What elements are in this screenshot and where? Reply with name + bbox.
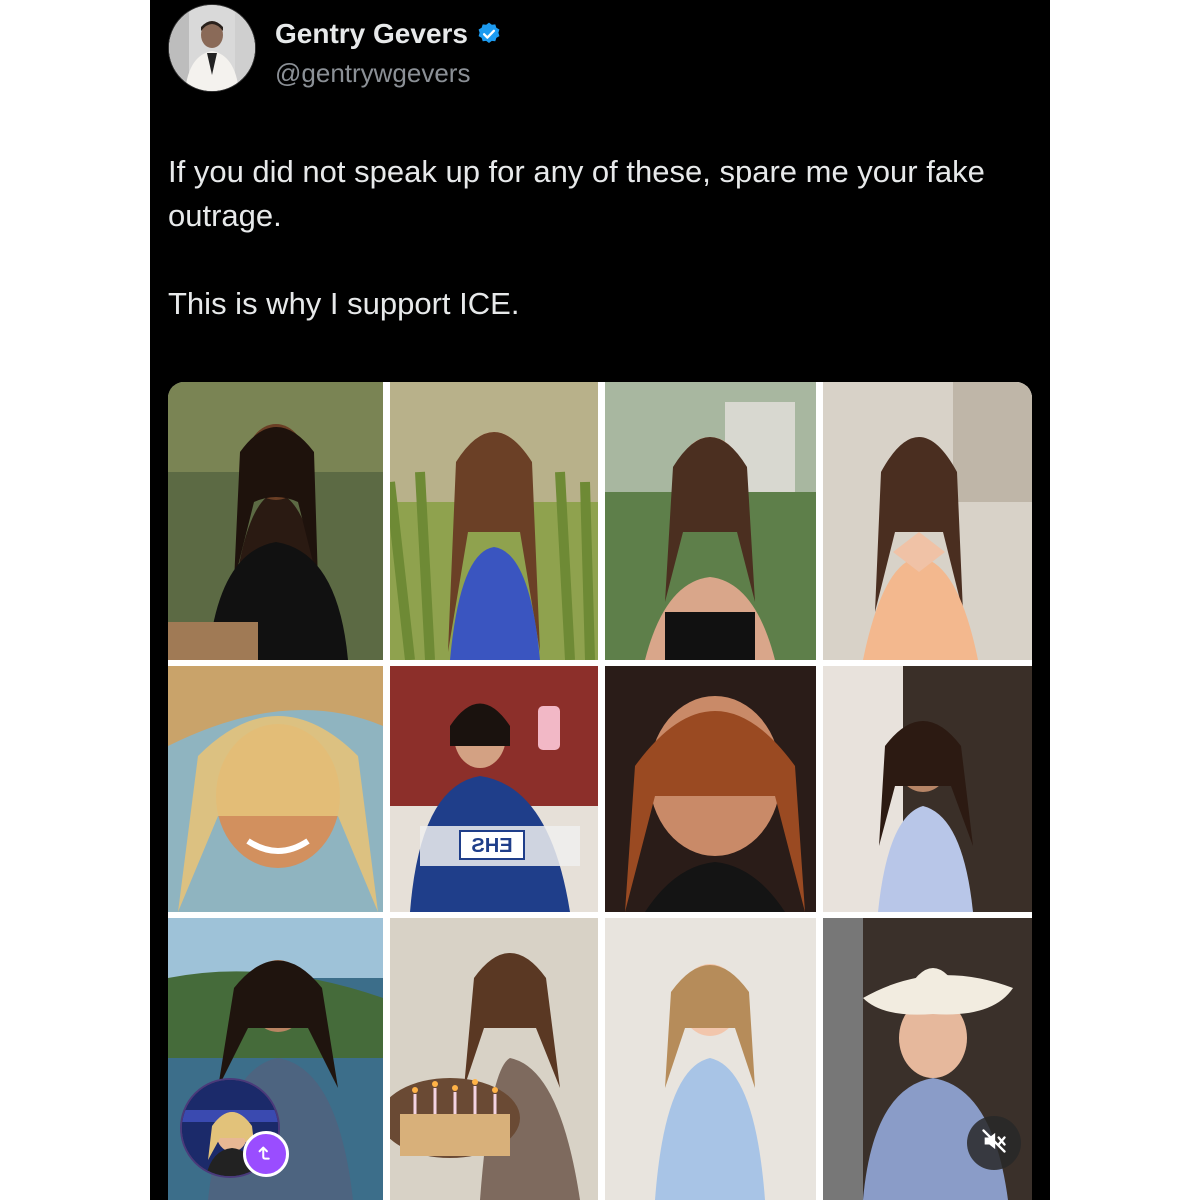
tweet-body: If you did not speak up for any of these… (168, 150, 1028, 326)
tweet-paragraph-1: If you did not speak up for any of these… (168, 154, 985, 233)
photo-1[interactable] (168, 382, 383, 660)
mute-button[interactable] (967, 1116, 1021, 1170)
tweet-header: Gentry Gevers @gentrywgevers (168, 4, 1028, 94)
verified-badge-icon (476, 21, 502, 47)
photo-8[interactable] (823, 666, 1032, 912)
photo-2[interactable] (390, 382, 598, 660)
photo-5[interactable] (168, 666, 383, 912)
author-display-name[interactable]: Gentry Gevers (275, 18, 468, 50)
photo-4[interactable] (823, 382, 1032, 660)
author-handle[interactable]: @gentrywgevers (275, 58, 470, 89)
author-avatar[interactable] (168, 4, 256, 92)
photo-11[interactable] (605, 918, 816, 1200)
sweatshirt-text: EHS (471, 835, 512, 857)
photo-7[interactable] (605, 666, 816, 912)
speaker-muted-icon (980, 1127, 1008, 1160)
photo-10[interactable] (390, 918, 598, 1200)
repost-icon[interactable] (243, 1131, 289, 1177)
photo-3[interactable] (605, 382, 816, 660)
photo-6[interactable]: EHS (390, 666, 598, 912)
tweet-screenshot: Gentry Gevers @gentrywgevers If you did … (150, 0, 1050, 1200)
author-name-row: Gentry Gevers (275, 18, 502, 50)
photo-grid[interactable]: EHS (168, 382, 1032, 1200)
tweet-paragraph-2: This is why I support ICE. (168, 286, 520, 321)
